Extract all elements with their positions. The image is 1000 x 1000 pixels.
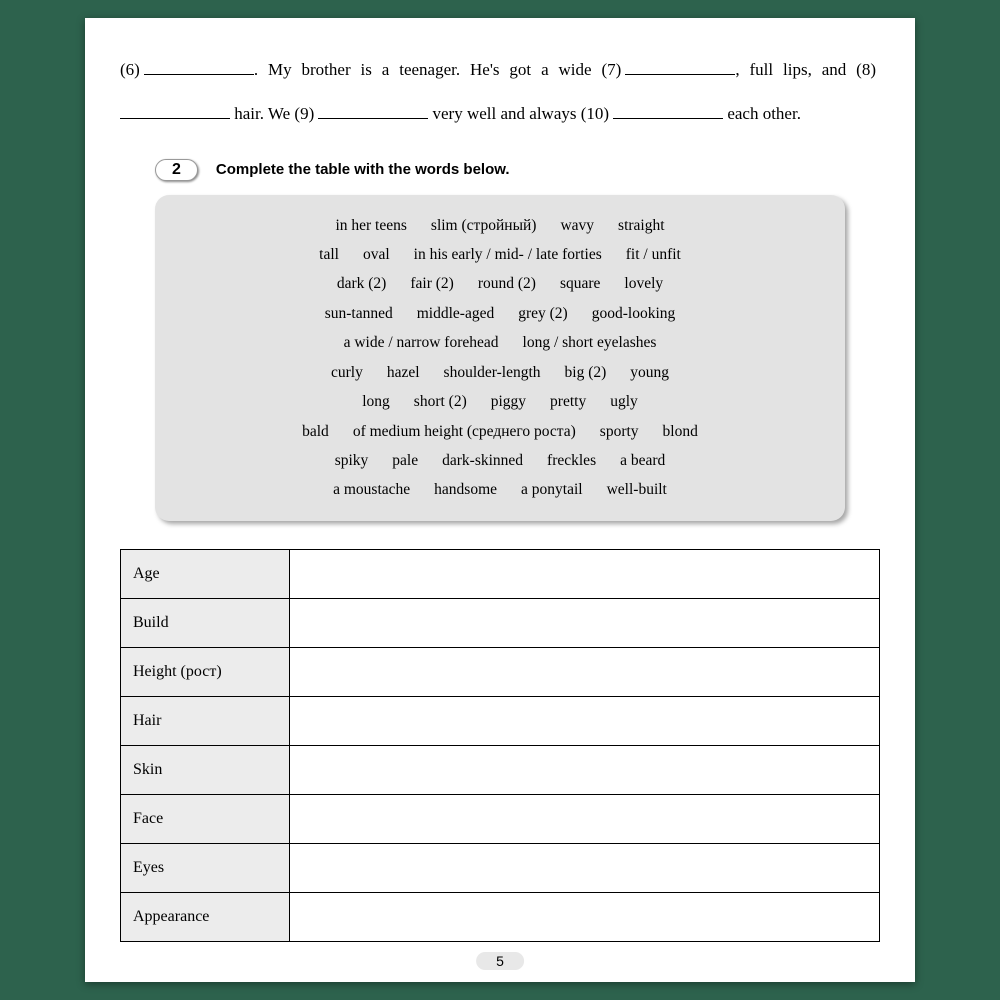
row-input-cell[interactable]: [290, 794, 880, 843]
text-comma: ,: [735, 60, 739, 79]
word-item: long: [362, 387, 390, 416]
word-item: slim (стройный): [431, 211, 537, 240]
table-row: Height (рост): [121, 647, 880, 696]
word-item: dark (2): [337, 269, 387, 298]
worksheet-page: (6) . My brother is a teenager. He's got …: [85, 18, 915, 982]
word-item: handsome: [434, 475, 497, 504]
table-row: Skin: [121, 745, 880, 794]
text-6: (6): [120, 60, 140, 79]
fill-in-paragraph: (6) . My brother is a teenager. He's got …: [120, 48, 880, 136]
table-body: AgeBuildHeight (рост)HairSkinFaceEyesApp…: [121, 549, 880, 941]
word-item: wavy: [560, 211, 594, 240]
table-row: Age: [121, 549, 880, 598]
word-item: a ponytail: [521, 475, 583, 504]
text-8b: hair. We (9): [230, 104, 314, 123]
word-item: short (2): [414, 387, 467, 416]
blank-9[interactable]: [318, 105, 428, 119]
word-item: lovely: [624, 269, 663, 298]
row-input-cell[interactable]: [290, 843, 880, 892]
word-item: of medium height (среднего роста): [353, 417, 576, 446]
table-row: Hair: [121, 696, 880, 745]
word-item: freckles: [547, 446, 596, 475]
row-label: Eyes: [121, 843, 290, 892]
word-item: well-built: [607, 475, 667, 504]
word-item: a moustache: [333, 475, 410, 504]
row-label: Face: [121, 794, 290, 843]
text-10b: each other.: [723, 104, 801, 123]
blank-6[interactable]: [144, 61, 254, 75]
word-item: sporty: [600, 417, 639, 446]
word-item: oval: [363, 240, 390, 269]
row-label: Appearance: [121, 892, 290, 941]
row-label: Hair: [121, 696, 290, 745]
blank-10[interactable]: [613, 105, 723, 119]
word-item: dark-skinned: [442, 446, 523, 475]
row-input-cell[interactable]: [290, 745, 880, 794]
text-8a: full lips, and (8): [749, 60, 876, 79]
row-input-cell[interactable]: [290, 892, 880, 941]
exercise-header: 2 Complete the table with the words belo…: [155, 159, 880, 181]
table-row: Face: [121, 794, 880, 843]
word-item: hazel: [387, 358, 420, 387]
word-item: pretty: [550, 387, 586, 416]
word-item: young: [630, 358, 669, 387]
word-item: tall: [319, 240, 339, 269]
row-label: Build: [121, 598, 290, 647]
exercise-number: 2: [155, 159, 198, 181]
text-8c: very well and always: [428, 104, 576, 123]
word-bank: in her teens slim (стройный) wavy straight t…: [155, 195, 845, 521]
page-number: 5: [476, 952, 524, 970]
word-item: blond: [663, 417, 698, 446]
word-item: in her teens: [335, 211, 406, 240]
word-item: a wide / narrow forehead: [344, 328, 499, 357]
word-item: shoulder-length: [444, 358, 541, 387]
word-item: fit / unfit: [626, 240, 681, 269]
word-item: round (2): [478, 269, 536, 298]
text-7: . My brother is a teenager. He's got a w…: [254, 60, 621, 79]
row-input-cell[interactable]: [290, 549, 880, 598]
category-table: AgeBuildHeight (рост)HairSkinFaceEyesApp…: [120, 549, 880, 942]
word-item: grey (2): [518, 299, 568, 328]
word-item: middle-aged: [417, 299, 494, 328]
row-label: Height (рост): [121, 647, 290, 696]
exercise-instruction: Complete the table with the words below.: [216, 161, 510, 178]
row-input-cell[interactable]: [290, 696, 880, 745]
word-item: sun-tanned: [325, 299, 393, 328]
word-item: spiky: [335, 446, 369, 475]
word-item: ugly: [610, 387, 638, 416]
table-row: Build: [121, 598, 880, 647]
word-item: a beard: [620, 446, 665, 475]
word-item: curly: [331, 358, 363, 387]
blank-8[interactable]: [120, 105, 230, 119]
blank-7[interactable]: [625, 61, 735, 75]
word-item: piggy: [491, 387, 526, 416]
row-label: Age: [121, 549, 290, 598]
text-10a: (10): [581, 104, 609, 123]
word-item: straight: [618, 211, 665, 240]
word-item: fair (2): [410, 269, 453, 298]
table-row: Eyes: [121, 843, 880, 892]
word-item: big (2): [565, 358, 607, 387]
table-row: Appearance: [121, 892, 880, 941]
row-input-cell[interactable]: [290, 647, 880, 696]
row-label: Skin: [121, 745, 290, 794]
word-item: good-looking: [592, 299, 676, 328]
row-input-cell[interactable]: [290, 598, 880, 647]
word-item: long / short eyelashes: [523, 328, 657, 357]
word-item: bald: [302, 417, 329, 446]
word-item: square: [560, 269, 600, 298]
word-item: in his early / mid- / late forties: [414, 240, 602, 269]
word-item: pale: [392, 446, 418, 475]
